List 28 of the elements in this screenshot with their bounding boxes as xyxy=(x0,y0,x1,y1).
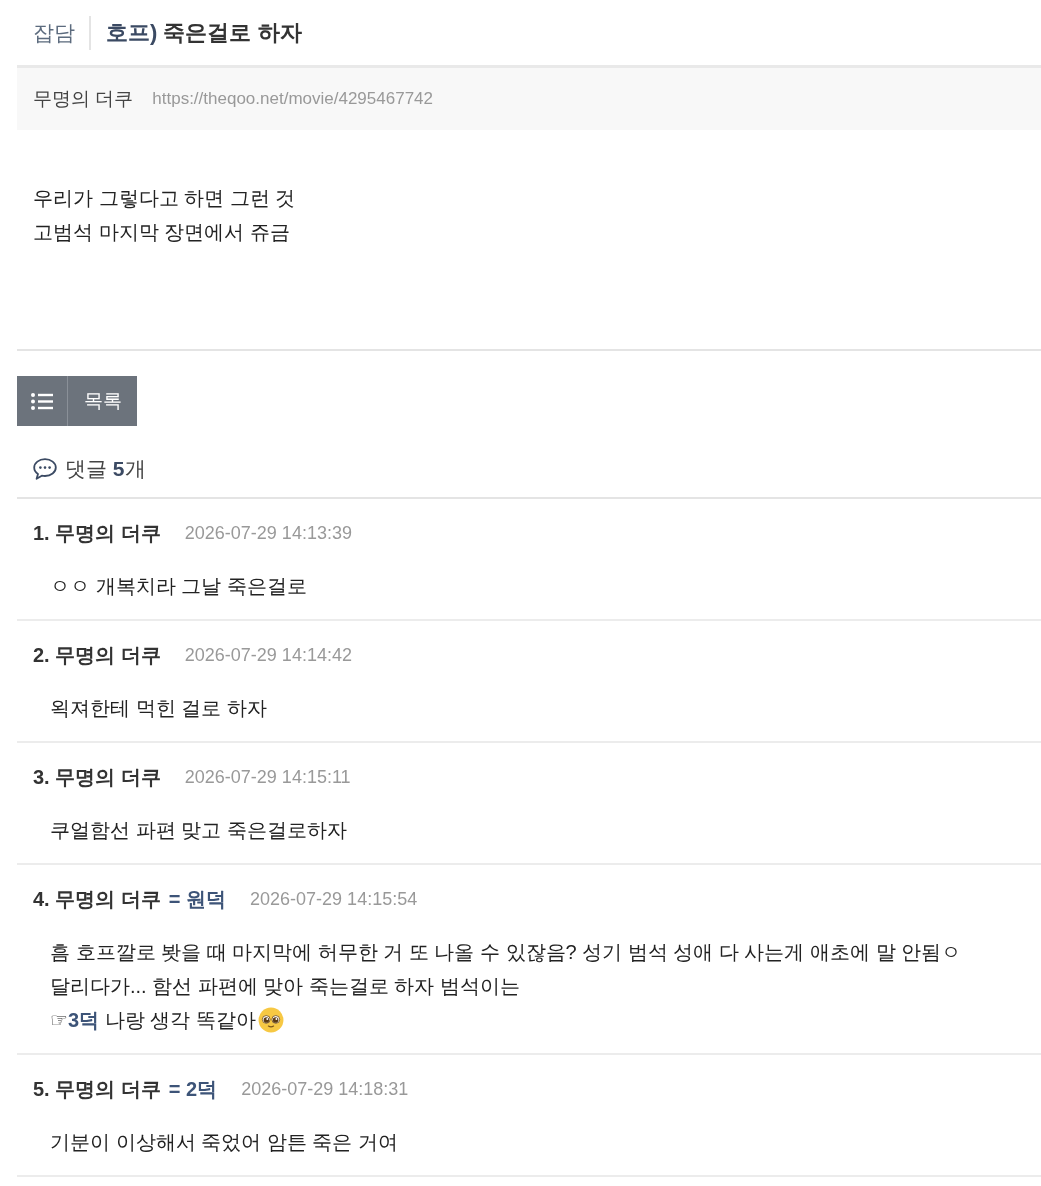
comment-text: 기분이 이상해서 죽었어 암튼 죽은 거여 xyxy=(50,1129,398,1155)
comment-text: 달리다가... 함선 파편에 맞아 죽는걸로 하자 범석이는 xyxy=(50,973,520,999)
comment-date: 2026-07-29 14:14:42 xyxy=(184,644,352,666)
list-icon xyxy=(31,392,53,410)
comment-author: 2. 무명의 더쿠 xyxy=(33,642,161,668)
post-title: 호프) 죽은걸로 하자 xyxy=(106,18,302,47)
comment-date: 2026-07-29 14:15:11 xyxy=(184,766,351,788)
list-button[interactable]: 목록 xyxy=(17,376,137,426)
board-category[interactable]: 잡담 xyxy=(33,18,75,47)
comment-date: 2026-07-29 14:15:54 xyxy=(250,888,418,910)
post-url[interactable]: https://theqoo.net/movie/4295467742 xyxy=(152,89,433,109)
comment-author: 4. 무명의 더쿠 xyxy=(33,886,161,912)
author-tag: = 원덕 xyxy=(168,885,227,913)
comment-author: 3. 무명의 더쿠 xyxy=(33,764,161,790)
comment-text: ㅇㅇ 개복치라 그날 죽은걸로 xyxy=(50,573,307,599)
comment-bubble-icon xyxy=(33,458,57,480)
comment-text: 왹져한테 먹힌 걸로 하자 xyxy=(50,695,267,721)
comment-date: 2026-07-29 14:18:31 xyxy=(241,1078,409,1100)
comment-text: 흠 호프깔로 봣을 때 마지막에 허무한 거 또 나올 수 있잖음? 성기 범석 성애 다 사는게 애초에 말 안됨ㅇ xyxy=(50,939,962,965)
comment-date: 2026-07-29 14:13:39 xyxy=(184,522,352,544)
post-text: 우리가 그렇다고 하면 그런 것 고범석 마지막 장면에서 쥬금 xyxy=(33,186,297,245)
author-tag: = 2덕 xyxy=(168,1075,218,1103)
comment-author: 1. 무명의 더쿠 xyxy=(33,520,161,546)
comment-text: 쿠얼함선 파편 맞고 죽은걸로하자 xyxy=(50,817,347,843)
comment-text: ☞3덕 나랑 생각 똑같아 xyxy=(50,1007,256,1033)
comment-count: 댓글 5개 xyxy=(65,456,146,482)
comment-author: 5. 무명의 더쿠 xyxy=(33,1076,161,1102)
post-author: 무명의 더쿠 xyxy=(33,87,134,111)
